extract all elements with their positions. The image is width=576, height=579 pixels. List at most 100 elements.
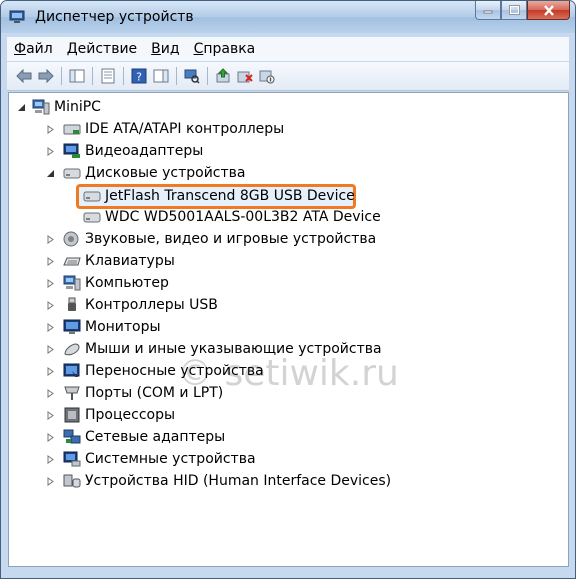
properties-button[interactable]: [97, 65, 119, 87]
toolbar-separator: [61, 67, 62, 85]
menu-help-key: С: [193, 41, 204, 57]
tree-item-monitors[interactable]: Мониторы: [46, 316, 161, 338]
show-hide-tree-button[interactable]: [66, 65, 88, 87]
speaker-icon: [63, 231, 79, 247]
minimize-button[interactable]: [475, 1, 501, 20]
tree-item-label: Мониторы: [85, 319, 161, 335]
update-driver-button[interactable]: [212, 65, 234, 87]
expand-triangle-icon[interactable]: [46, 432, 55, 442]
scan-hardware-button[interactable]: [181, 65, 203, 87]
device-tree[interactable]: © setiwik.ru MiniPC IDE ATA/ATAPI контро…: [8, 92, 569, 567]
tree-child-wdc[interactable]: WDC WD5001AALS-00L3B2 ATA Device: [83, 206, 381, 228]
expand-triangle-icon[interactable]: [46, 322, 55, 332]
expand-triangle-icon[interactable]: [46, 454, 55, 464]
help-button[interactable]: ?: [128, 65, 150, 87]
tree-item-label: Звуковые, видео и игровые устройства: [85, 231, 377, 247]
port-connector-icon: [64, 386, 80, 400]
disk-drive-icon: [83, 191, 101, 202]
minimize-icon: [483, 10, 493, 14]
tree-child-label: WDC WD5001AALS-00L3B2 ATA Device: [105, 209, 381, 225]
tree-item-label: Видеоадаптеры: [85, 143, 204, 159]
tree-item-label: Устройства HID (Human Interface Devices): [85, 473, 392, 489]
expand-triangle-icon[interactable]: [46, 476, 55, 486]
menu-action[interactable]: Действие: [60, 41, 144, 57]
disk-drive-icon: [83, 212, 101, 223]
uninstall-button[interactable]: [234, 65, 256, 87]
disable-device-button[interactable]: [256, 65, 278, 87]
tree-item-sound[interactable]: Звуковые, видео и игровые устройства: [46, 228, 376, 250]
tree-item-label: Мыши и иные указывающие устройства: [85, 341, 382, 357]
processor-chip-icon: [64, 407, 80, 423]
tree-item-label: Компьютер: [85, 275, 169, 291]
scan-hardware-icon: [184, 69, 200, 84]
help-icon: ?: [131, 68, 147, 84]
tree-child-label: JetFlash Transcend 8GB USB Device: [105, 188, 355, 204]
tree-item-label: Сетевые адаптеры: [85, 429, 226, 445]
monitor-icon: [63, 319, 81, 334]
collapse-triangle-icon[interactable]: [46, 169, 55, 178]
tree-item-mice[interactable]: Мыши и иные указывающие устройства: [46, 338, 382, 360]
tree-item-portable[interactable]: Переносные устройства: [46, 360, 264, 382]
expand-triangle-icon[interactable]: [46, 300, 55, 310]
close-button[interactable]: [527, 1, 570, 20]
expand-triangle-icon[interactable]: [46, 410, 55, 420]
title-bar[interactable]: Диспетчер устройств: [1, 1, 575, 33]
menu-help-rest: правка: [203, 41, 256, 57]
maximize-icon: [508, 5, 520, 15]
forward-button[interactable]: [35, 65, 57, 87]
tree-child-jetflash[interactable]: JetFlash Transcend 8GB USB Device: [83, 185, 355, 207]
tree-item-usb[interactable]: Контроллеры USB: [46, 294, 218, 316]
menu-file-rest: айл: [26, 41, 53, 57]
tree-item-ide[interactable]: IDE ATA/ATAPI контроллеры: [46, 118, 284, 140]
display-adapter-icon: [63, 143, 80, 158]
toolbar-separator: [123, 67, 124, 85]
collapse-triangle-icon[interactable]: [17, 103, 26, 112]
menu-view[interactable]: Вид: [144, 41, 186, 57]
expand-triangle-icon[interactable]: [46, 344, 55, 354]
console-tree-icon: [69, 69, 85, 83]
expand-triangle-icon[interactable]: [46, 256, 55, 266]
tree-item-computer[interactable]: Компьютер: [46, 272, 169, 294]
menu-file[interactable]: Файл: [7, 41, 60, 57]
toolbar-separator: [207, 67, 208, 85]
expand-triangle-icon[interactable]: [46, 388, 55, 398]
expand-triangle-icon[interactable]: [46, 146, 55, 156]
tree-item-processors[interactable]: Процессоры: [46, 404, 175, 426]
expand-triangle-icon[interactable]: [46, 278, 55, 288]
expand-triangle-icon[interactable]: [46, 124, 55, 134]
usb-plug-icon: [68, 297, 76, 311]
keyboard-icon: [63, 257, 81, 266]
back-button[interactable]: [13, 65, 35, 87]
menu-action-rest: ействие: [77, 41, 138, 57]
device-manager-app-icon: [9, 10, 25, 23]
tree-item-disk-drives[interactable]: Дисковые устройства: [46, 162, 246, 184]
device-manager-window: Диспетчер устройств Файл Действие Вид Сп…: [0, 0, 576, 579]
hid-device-icon: [63, 474, 81, 488]
menu-help[interactable]: Справка: [187, 41, 263, 57]
mouse-icon: [64, 343, 80, 356]
tree-root-minipc[interactable]: MiniPC: [17, 96, 101, 118]
tree-item-keyboards[interactable]: Клавиатуры: [46, 250, 175, 272]
tree-item-network[interactable]: Сетевые адаптеры: [46, 426, 225, 448]
computer-icon: [63, 275, 81, 291]
update-driver-icon: [216, 68, 230, 83]
disk-drive-icon: [63, 168, 81, 179]
expand-triangle-icon[interactable]: [46, 234, 55, 244]
toolbar-separator: [176, 67, 177, 85]
menu-file-key: Ф: [14, 41, 27, 57]
action-pane-button[interactable]: [150, 65, 172, 87]
expand-triangle-icon[interactable]: [46, 366, 55, 376]
tree-item-hid[interactable]: Устройства HID (Human Interface Devices): [46, 470, 391, 492]
tree-item-label: Клавиатуры: [85, 253, 175, 269]
properties-icon: [101, 68, 115, 84]
toolbar: ?: [7, 62, 569, 91]
forward-arrow-icon: [38, 69, 54, 83]
menu-view-rest: ид: [160, 41, 180, 57]
tree-item-system[interactable]: Системные устройства: [46, 448, 256, 470]
maximize-button[interactable]: [501, 1, 527, 20]
tree-item-video[interactable]: Видеоадаптеры: [46, 140, 203, 162]
tree-item-ports[interactable]: Порты (COM и LPT): [46, 382, 223, 404]
menu-action-key: Д: [66, 41, 78, 57]
computer-icon: [32, 99, 50, 115]
network-adapter-icon: [63, 429, 81, 444]
